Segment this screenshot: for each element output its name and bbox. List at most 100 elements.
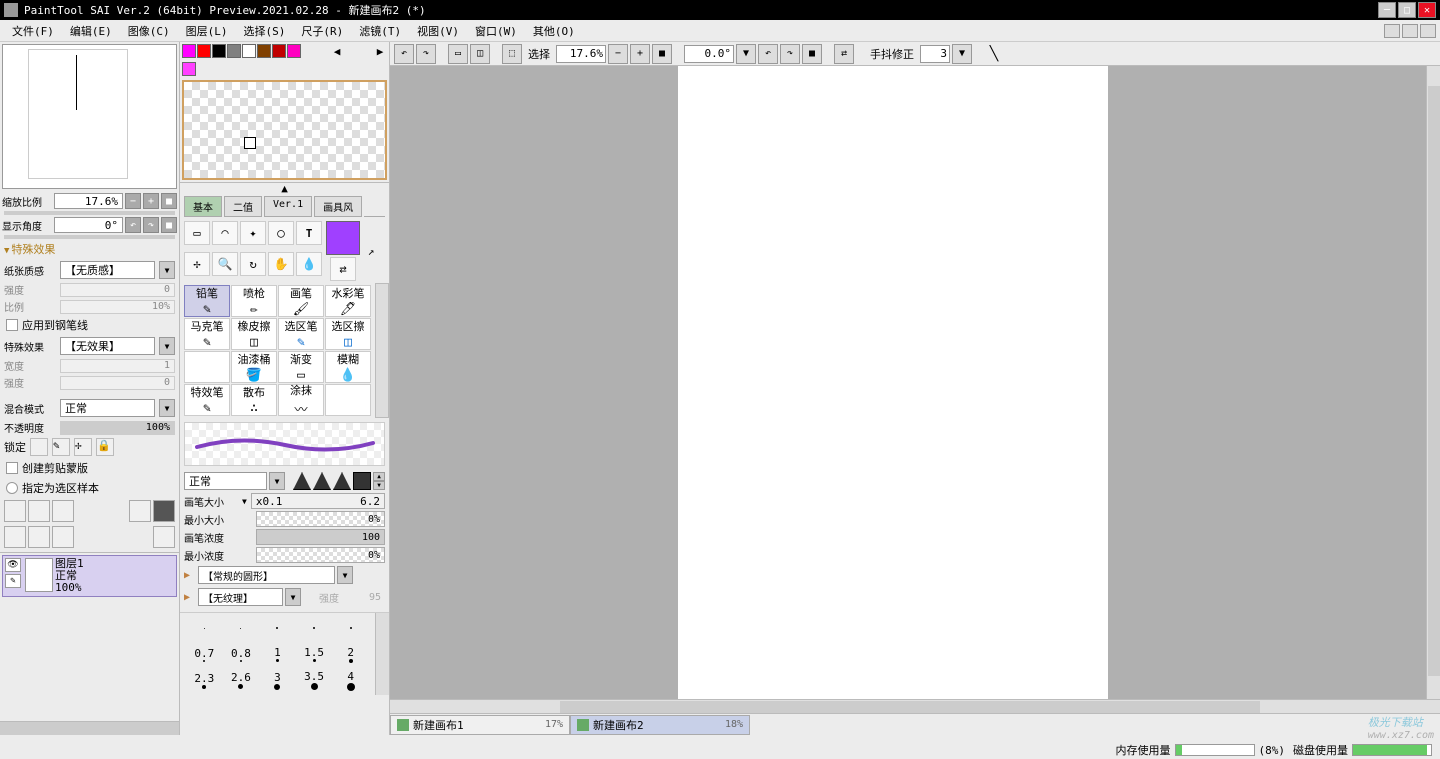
swatch[interactable] [182,62,196,76]
paper-dropdown[interactable]: 【无质感】 [60,261,155,279]
new-layer-button[interactable] [4,500,26,522]
swatch[interactable] [242,44,256,58]
brush-selpen[interactable]: 选区笔✎ [278,318,324,350]
dot-preset[interactable]: 1.5 [296,641,333,667]
rotate-reset-button[interactable]: ■ [161,217,177,233]
eyedropper-tool[interactable]: 💧 [296,252,322,276]
swap-colors-icon[interactable]: ⇄ [330,257,356,281]
minsize-slider[interactable]: 0% [256,511,385,527]
tab-basic[interactable]: 基本 [184,196,222,217]
rotate-cw-button[interactable]: ↷ [143,217,159,233]
dot-preset[interactable]: 3.5 [296,667,333,693]
menu-file[interactable]: 文件(F) [4,21,62,41]
mask-button[interactable] [153,500,175,522]
tb-zoom-in[interactable]: + [630,44,650,64]
brush-blur[interactable]: 模糊💧 [325,351,371,383]
tab-ver1[interactable]: Ver.1 [264,196,312,217]
panel-collapse-icon[interactable]: ▲ [180,182,389,194]
dot-preset[interactable] [332,615,369,641]
invert-sel-button[interactable]: ◫ [470,44,490,64]
fx-header[interactable]: 特殊效果 [0,239,179,259]
tb-rot-cw[interactable]: ↷ [780,44,800,64]
dot-preset[interactable]: 2 [332,641,369,667]
rect-select-tool[interactable]: ▭ [184,221,210,245]
maximize-button[interactable]: □ [1398,2,1416,18]
shape-up[interactable]: ▲ [373,472,385,481]
density-slider[interactable]: 100 [256,529,385,545]
effect-dropdown[interactable]: 【无效果】 [60,337,155,355]
brush-fx[interactable]: 特效笔✎ [184,384,230,416]
mdi-close[interactable] [1420,24,1436,38]
new-linework-layer-button[interactable] [28,500,50,522]
brush-smudge[interactable]: 涂抹〰 [278,384,324,416]
brush-blend-dropdown[interactable]: 正常 [184,472,267,490]
transfer-layer-button[interactable] [129,500,151,522]
size-dropdown-icon[interactable]: ▼ [242,497,247,506]
swatch-next-icon[interactable]: ▶ [373,45,387,58]
texture-dropdown[interactable]: 【无纹理】 [198,588,283,606]
opacity-slider[interactable]: 100% [60,421,175,435]
brush-shape-tri3[interactable] [333,472,351,490]
menu-layer[interactable]: 图层(L) [178,21,236,41]
brush-marker[interactable]: 马克笔✎ [184,318,230,350]
navigator[interactable] [2,44,177,189]
shape-dropdown[interactable]: 【常规的圆形】 [198,566,335,584]
close-button[interactable]: ✕ [1418,2,1436,18]
menu-image[interactable]: 图像(C) [120,21,178,41]
dot-preset[interactable]: 1 [259,641,296,667]
tab-binary[interactable]: 二值 [224,196,262,217]
shape-tool[interactable]: ◯ [268,221,294,245]
lock-pixel-icon[interactable]: ✎ [52,438,70,456]
texture-arrow[interactable]: ▼ [285,588,301,606]
undo-button[interactable]: ↶ [394,44,414,64]
rotate-ccw-button[interactable]: ↶ [125,217,141,233]
dot-preset[interactable]: 3 [259,667,296,693]
tb-zoom-out[interactable]: − [608,44,628,64]
dot-preset[interactable]: 0.8 [223,641,260,667]
mindensity-slider[interactable]: 0% [256,547,385,563]
dot-preset[interactable] [186,615,223,641]
brush-seleraser[interactable]: 选区擦◫ [325,318,371,350]
deselect-button[interactable]: ▭ [448,44,468,64]
lasso-tool[interactable]: ◠ [212,221,238,245]
tb-rot-ccw[interactable]: ↶ [758,44,778,64]
brush-shape-tri2[interactable] [313,472,331,490]
redo-button[interactable]: ↷ [416,44,436,64]
preset-scrollbar[interactable] [375,613,389,695]
layer-visibility-icon[interactable]: 👁 [5,558,21,572]
mdi-minimize[interactable] [1384,24,1400,38]
brush-shape-sq[interactable] [353,472,371,490]
swatch-prev-icon[interactable]: ◀ [330,45,344,58]
doc-tab-2[interactable]: 新建画布2 18% [570,715,750,735]
menu-ruler[interactable]: 尺子(R) [293,21,351,41]
brush-watercolor[interactable]: 水彩笔🖊 [325,285,371,317]
fx-strength2-slider[interactable]: 0 [60,376,175,390]
zoom-reset-button[interactable]: ■ [161,193,177,209]
hand-tool[interactable]: ✋ [268,252,294,276]
wand-tool[interactable]: ✦ [240,221,266,245]
tool-swap-icon[interactable]: ↗ [364,221,378,281]
doc-tab-1[interactable]: 新建画布1 17% [390,715,570,735]
text-tool[interactable]: T [296,221,322,245]
brush-airbrush[interactable]: 喷枪✏ [231,285,277,317]
select-mode-icon[interactable]: ⬚ [502,44,522,64]
swatch[interactable] [197,44,211,58]
canvas-scrollbar-h[interactable] [390,699,1440,713]
zoom-input[interactable] [556,45,606,63]
rotation-input[interactable] [684,45,734,63]
zoom-in-button[interactable]: + [143,193,159,209]
rot-dropdown[interactable]: ▼ [736,44,756,64]
dot-preset[interactable]: 4 [332,667,369,693]
brush-scrollbar[interactable] [375,283,389,418]
color-picker-area[interactable] [182,80,387,180]
shape-down[interactable]: ▼ [373,481,385,490]
dot-preset[interactable]: 2.6 [223,667,260,693]
lock-move-icon[interactable]: ✢ [74,438,92,456]
dot-preset[interactable] [223,615,260,641]
flatten-button[interactable] [28,526,50,548]
move-tool[interactable]: ✢ [184,252,210,276]
dot-preset[interactable]: 2.3 [186,667,223,693]
effect-dropdown-arrow[interactable]: ▼ [159,337,175,355]
canvas-area[interactable] [390,66,1440,699]
clip-checkbox[interactable] [6,462,18,474]
